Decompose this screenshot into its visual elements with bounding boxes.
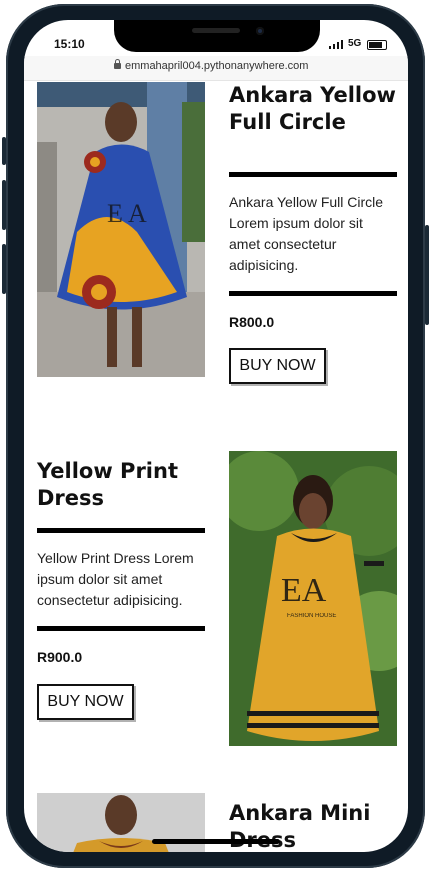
lock-icon bbox=[114, 59, 121, 69]
notch bbox=[114, 20, 320, 52]
camera-icon bbox=[256, 27, 264, 35]
buy-now-button[interactable]: BUY NOW bbox=[229, 348, 326, 384]
speaker bbox=[192, 28, 240, 33]
power-button bbox=[425, 225, 429, 325]
signal-icon bbox=[329, 39, 343, 49]
desc-line: ipsum dolor sit amet bbox=[37, 571, 163, 587]
watermark-letters: EA bbox=[281, 572, 327, 609]
desc-line: adipisicing. bbox=[229, 257, 299, 273]
title-line: Full Circle bbox=[229, 110, 346, 134]
battery-icon bbox=[367, 40, 387, 50]
dress-photo-1: E A bbox=[37, 82, 205, 377]
desc-line: Yellow Print Dress Lorem bbox=[37, 550, 194, 566]
divider bbox=[37, 528, 205, 533]
address-bar[interactable]: emmahapril004.pythonanywhere.com bbox=[24, 56, 408, 81]
desc-line: consectetur adipisicing. bbox=[37, 592, 183, 608]
url-text[interactable]: emmahapril004.pythonanywhere.com bbox=[125, 60, 308, 72]
title-line: Yellow Print bbox=[37, 459, 178, 483]
product-desc-2: Yellow Print Dress Lorem ipsum dolor sit… bbox=[37, 548, 212, 611]
title-line: Dress bbox=[37, 486, 105, 510]
screen: 15:10 5G emmahapril004.pythonanywhere.co… bbox=[24, 20, 408, 852]
desc-line: amet consectetur bbox=[229, 236, 337, 252]
title-line: Ankara Mini bbox=[229, 801, 371, 825]
product-price-1: R800.0 bbox=[229, 314, 275, 330]
divider bbox=[37, 626, 205, 631]
desc-line: Ankara Yellow Full Circle bbox=[229, 194, 384, 210]
product-image-yellow-print[interactable]: EA FASHION HOUSE bbox=[229, 451, 397, 746]
dress-photo-2: EA FASHION HOUSE bbox=[229, 451, 397, 746]
network-label: 5G bbox=[348, 38, 362, 49]
product-title-3: Ankara Mini Dress bbox=[229, 800, 404, 852]
home-indicator[interactable] bbox=[152, 839, 280, 844]
buy-now-button[interactable]: BUY NOW bbox=[37, 684, 134, 720]
svg-text:E A: E A bbox=[107, 199, 147, 228]
product-title-2: Yellow Print Dress bbox=[37, 458, 212, 512]
product-price-2: R900.0 bbox=[37, 649, 83, 665]
product-title-1: Ankara Yellow Full Circle bbox=[229, 82, 404, 136]
side-button bbox=[2, 137, 6, 165]
divider bbox=[229, 291, 397, 296]
product-desc-1: Ankara Yellow Full Circle Lorem ipsum do… bbox=[229, 192, 404, 276]
watermark-sub: FASHION HOUSE bbox=[287, 613, 336, 619]
title-line: Ankara Yellow bbox=[229, 83, 396, 107]
volume-up-button bbox=[2, 180, 6, 230]
status-time: 15:10 bbox=[54, 37, 85, 51]
divider bbox=[229, 172, 397, 177]
page-content: E A Ankara Yellow Full Circle Ankara Yel… bbox=[24, 80, 408, 852]
product-image-ankara-yellow[interactable]: E A bbox=[37, 82, 205, 377]
volume-down-button bbox=[2, 244, 6, 294]
phone-frame: 15:10 5G emmahapril004.pythonanywhere.co… bbox=[0, 0, 431, 872]
desc-line: Lorem ipsum dolor sit bbox=[229, 215, 363, 231]
